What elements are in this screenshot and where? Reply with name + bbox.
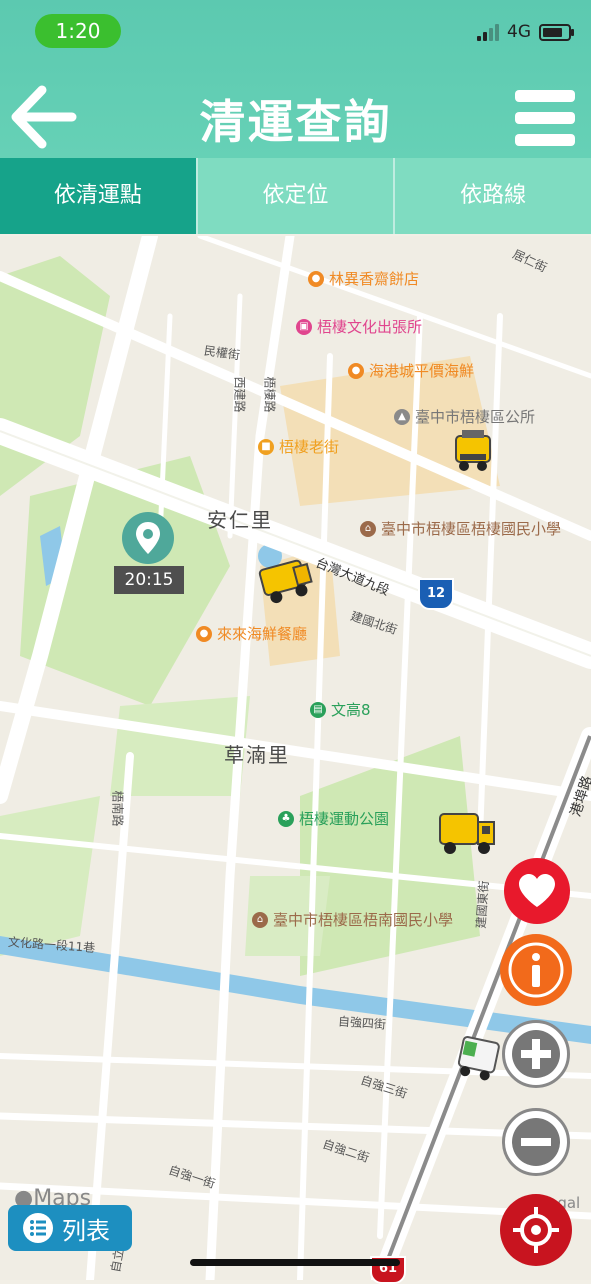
list-label: 列表: [62, 1216, 110, 1245]
garbage-truck-icon[interactable]: [436, 804, 498, 860]
status-time: 1:20: [35, 14, 121, 48]
road-label: 西建路: [232, 376, 247, 413]
district-label: 草湳里: [224, 743, 290, 767]
network-label: 4G: [507, 22, 531, 42]
garbage-truck-icon[interactable]: [256, 550, 316, 608]
app-header: 1:20 4G 清運查詢: [0, 0, 591, 158]
minus-icon: [512, 1118, 560, 1166]
tab-by-location[interactable]: 依定位: [197, 158, 396, 234]
food-icon: ●: [196, 625, 212, 642]
collection-time-label: 20:15: [114, 566, 184, 594]
collection-point-marker[interactable]: [122, 512, 174, 564]
park-icon: ▤: [310, 701, 326, 718]
tab-by-collection-point[interactable]: 依清運點: [0, 158, 198, 234]
locate-button[interactable]: [500, 1194, 572, 1266]
building-icon: ▲: [394, 408, 410, 425]
status-indicators: 4G: [477, 22, 574, 42]
menu-button[interactable]: [515, 90, 577, 152]
home-indicator[interactable]: [190, 1259, 400, 1266]
map-background: [0, 236, 591, 1280]
poi-old-street[interactable]: ■ 梧棲老街: [258, 436, 339, 457]
location-pin-icon: [136, 522, 160, 554]
road-label: 建國東街: [473, 880, 492, 929]
tab-by-route[interactable]: 依路線: [395, 158, 591, 234]
school-icon: ⌂: [252, 911, 268, 928]
heart-icon: [519, 874, 555, 907]
poi-district-office[interactable]: ▲ 臺中市梧棲區公所: [394, 406, 535, 427]
garbage-truck-icon[interactable]: [452, 428, 494, 474]
poi-wuqi-elementary[interactable]: ⌂ 臺中市梧棲區梧棲國民小學: [360, 518, 561, 539]
highway-shield: 12: [418, 578, 454, 610]
poi-wengao8[interactable]: ▤ 文高8: [310, 699, 371, 720]
favorite-button[interactable]: [504, 858, 570, 924]
crosshair-icon: [513, 1207, 559, 1253]
food-icon: ●: [308, 270, 324, 287]
road-label: 梧棲路: [262, 376, 277, 413]
road-label: 自強四街: [337, 1014, 387, 1032]
list-button[interactable]: 列表: [8, 1205, 132, 1251]
recycling-truck-icon[interactable]: [456, 1032, 504, 1086]
poi-seafood-market[interactable]: ● 海港城平價海鮮: [348, 360, 474, 381]
info-icon: [508, 942, 564, 998]
poi-culture-office[interactable]: ▣ 梧棲文化出張所: [296, 316, 422, 337]
poi-wunan-elementary[interactable]: ⌂ 臺中市梧棲區梧南國民小學: [252, 909, 453, 930]
plus-icon: [512, 1030, 560, 1078]
info-button[interactable]: [500, 934, 572, 1006]
school-icon: ⌂: [360, 520, 376, 537]
map-view[interactable]: 安仁里 草湳里 ● 林異香齋餅店 ▣ 梧棲文化出張所 ● 海港城平價海鮮 ▲ 臺中市梧棲…: [0, 236, 591, 1280]
food-icon: ●: [348, 362, 364, 379]
tree-icon: ♣: [278, 810, 294, 827]
museum-icon: ▣: [296, 318, 312, 335]
list-icon: [23, 1213, 53, 1243]
road-label: 梧南路: [110, 790, 125, 827]
tab-bar: 依清運點 依定位 依路線: [0, 158, 591, 236]
zoom-out-button[interactable]: [502, 1108, 570, 1176]
poi-lin-bakery[interactable]: ● 林異香齋餅店: [308, 268, 419, 289]
poi-lailai-restaurant[interactable]: ● 來來海鮮餐廳: [196, 623, 307, 644]
hamburger-icon: [515, 90, 575, 102]
signal-icon: [477, 23, 499, 41]
shopping-icon: ■: [258, 438, 274, 455]
page-title: 清運查詢: [199, 95, 392, 149]
zoom-in-button[interactable]: [502, 1020, 570, 1088]
poi-sports-park[interactable]: ♣ 梧棲運動公園: [278, 808, 389, 829]
battery-icon: [539, 23, 574, 41]
district-label: 安仁里: [207, 508, 273, 532]
